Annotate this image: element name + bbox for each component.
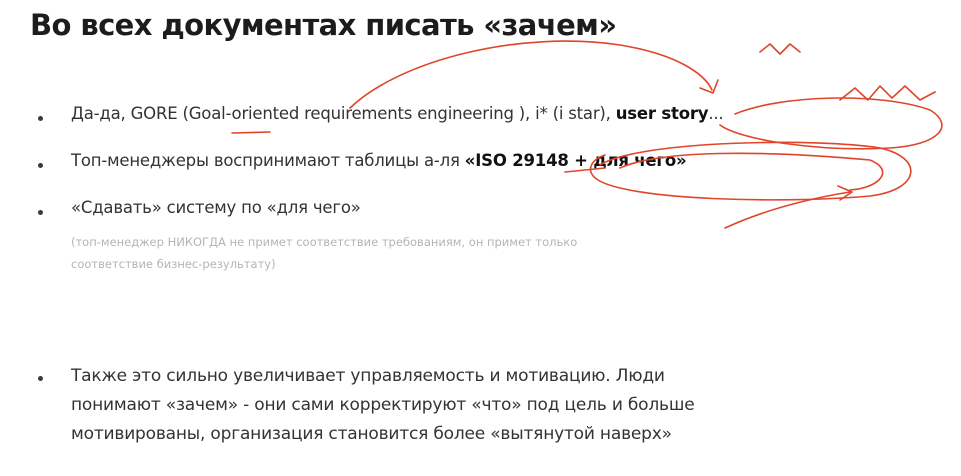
annotation-squiggle-right [839,85,936,101]
bullet-dot [38,116,43,121]
bullet-dot [38,163,43,168]
bullet-gore: Да-да, GORE (Goal-oriented requirements … [71,104,724,123]
bullet-handover: «Сдавать» систему по «для чего» [71,198,361,217]
bullet-gore-tail: ... [708,104,724,123]
bullet-gore-bold: user story [615,104,709,123]
bullet-topmanagers: Топ-менеджеры воспринимают таблицы а-ля … [71,151,687,170]
manageability-line-3: мотивированы, организация становится бол… [71,424,672,444]
bullet-manageability: Также это сильно увеличивает управляемос… [71,362,695,449]
note-line-1: (топ-менеджер НИКОГДА не примет соответс… [71,235,578,249]
bullet-handover-note: (топ-менеджер НИКОГДА не примет соответс… [71,231,577,275]
annotation-arrow-bottom-head [837,185,853,201]
bullet-topmanagers-text: Топ-менеджеры воспринимают таблицы а-ля [71,151,465,170]
manageability-line-2: понимают «зачем» - они сами корректируют… [71,395,695,415]
bullet-dot [38,210,43,215]
slide-title: Во всех документах писать «зачем» [30,8,617,42]
bullet-topmanagers-bold: «ISO 29148 + для чего» [464,151,687,170]
annotation-underline-gore [231,131,271,134]
annotation-arc [349,40,713,109]
annotation-squiggle-top [759,43,801,55]
manageability-line-1: Также это сильно увеличивает управляемос… [71,366,665,386]
note-line-2: соответствие бизнес-результату) [71,257,276,271]
bullet-dot [38,376,43,381]
slide: Во всех документах писать «зачем» Да-да,… [0,0,961,476]
annotation-arrow-head [699,79,719,94]
annotation-arrow-bottom [724,191,851,229]
bullet-gore-text: Да-да, GORE (Goal-oriented requirements … [71,104,616,123]
annotation-loop-user-story [719,97,943,150]
